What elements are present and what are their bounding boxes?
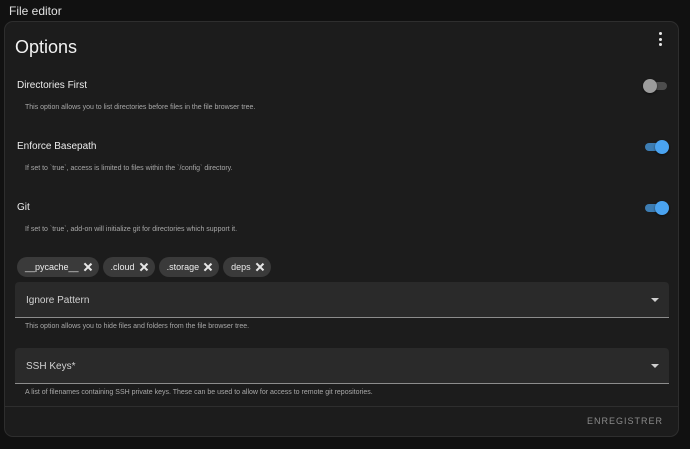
option-enforce-basepath-description: If set to `true`, access is limited to f…: [25, 165, 233, 172]
chip-label: __pycache__: [25, 262, 79, 272]
close-icon[interactable]: [204, 263, 212, 271]
option-directories-first-label: Directories First: [17, 80, 88, 91]
card-actions-divider: [5, 406, 678, 407]
close-icon[interactable]: [84, 263, 92, 271]
close-icon[interactable]: [256, 263, 264, 271]
chip-pycache: __pycache__: [17, 257, 99, 277]
chip-label: .cloud: [110, 262, 135, 272]
chip-deps: deps: [223, 257, 271, 277]
close-icon[interactable]: [140, 263, 148, 271]
options-card: Options Directories First This option al…: [4, 21, 679, 437]
chip-label: deps: [231, 262, 251, 272]
git-toggle[interactable]: [643, 201, 669, 215]
ssh-keys-label: SSH Keys*: [26, 361, 76, 372]
option-git-label: Git: [17, 202, 30, 213]
save-button[interactable]: ENREGISTRER: [587, 416, 663, 426]
ssh-keys-select[interactable]: SSH Keys*: [15, 348, 669, 384]
ignore-pattern-label: Ignore Pattern: [26, 295, 90, 306]
ignore-pattern-select[interactable]: Ignore Pattern: [15, 282, 669, 318]
ignore-pattern-chips: __pycache__ .cloud .storage deps: [17, 257, 271, 277]
option-enforce-basepath-label: Enforce Basepath: [17, 141, 97, 152]
enforce-basepath-toggle[interactable]: [643, 140, 669, 154]
ssh-keys-helper: A list of filenames containing SSH priva…: [25, 389, 373, 396]
arrow-drop-down-icon: [651, 364, 659, 368]
page-header-title: File editor: [9, 4, 62, 18]
card-title: Options: [15, 37, 78, 57]
chip-cloud: .cloud: [102, 257, 155, 277]
option-directories-first-description: This option allows you to list directori…: [25, 104, 256, 111]
chip-storage: .storage: [158, 257, 220, 277]
chip-label: .storage: [166, 262, 200, 272]
ignore-pattern-helper: This option allows you to hide files and…: [25, 323, 250, 330]
more-vertical-icon[interactable]: [656, 31, 664, 47]
arrow-drop-down-icon: [651, 298, 659, 302]
directories-first-toggle[interactable]: [643, 79, 669, 93]
option-git-description: If set to `true`, add-on will initialize…: [25, 226, 238, 233]
